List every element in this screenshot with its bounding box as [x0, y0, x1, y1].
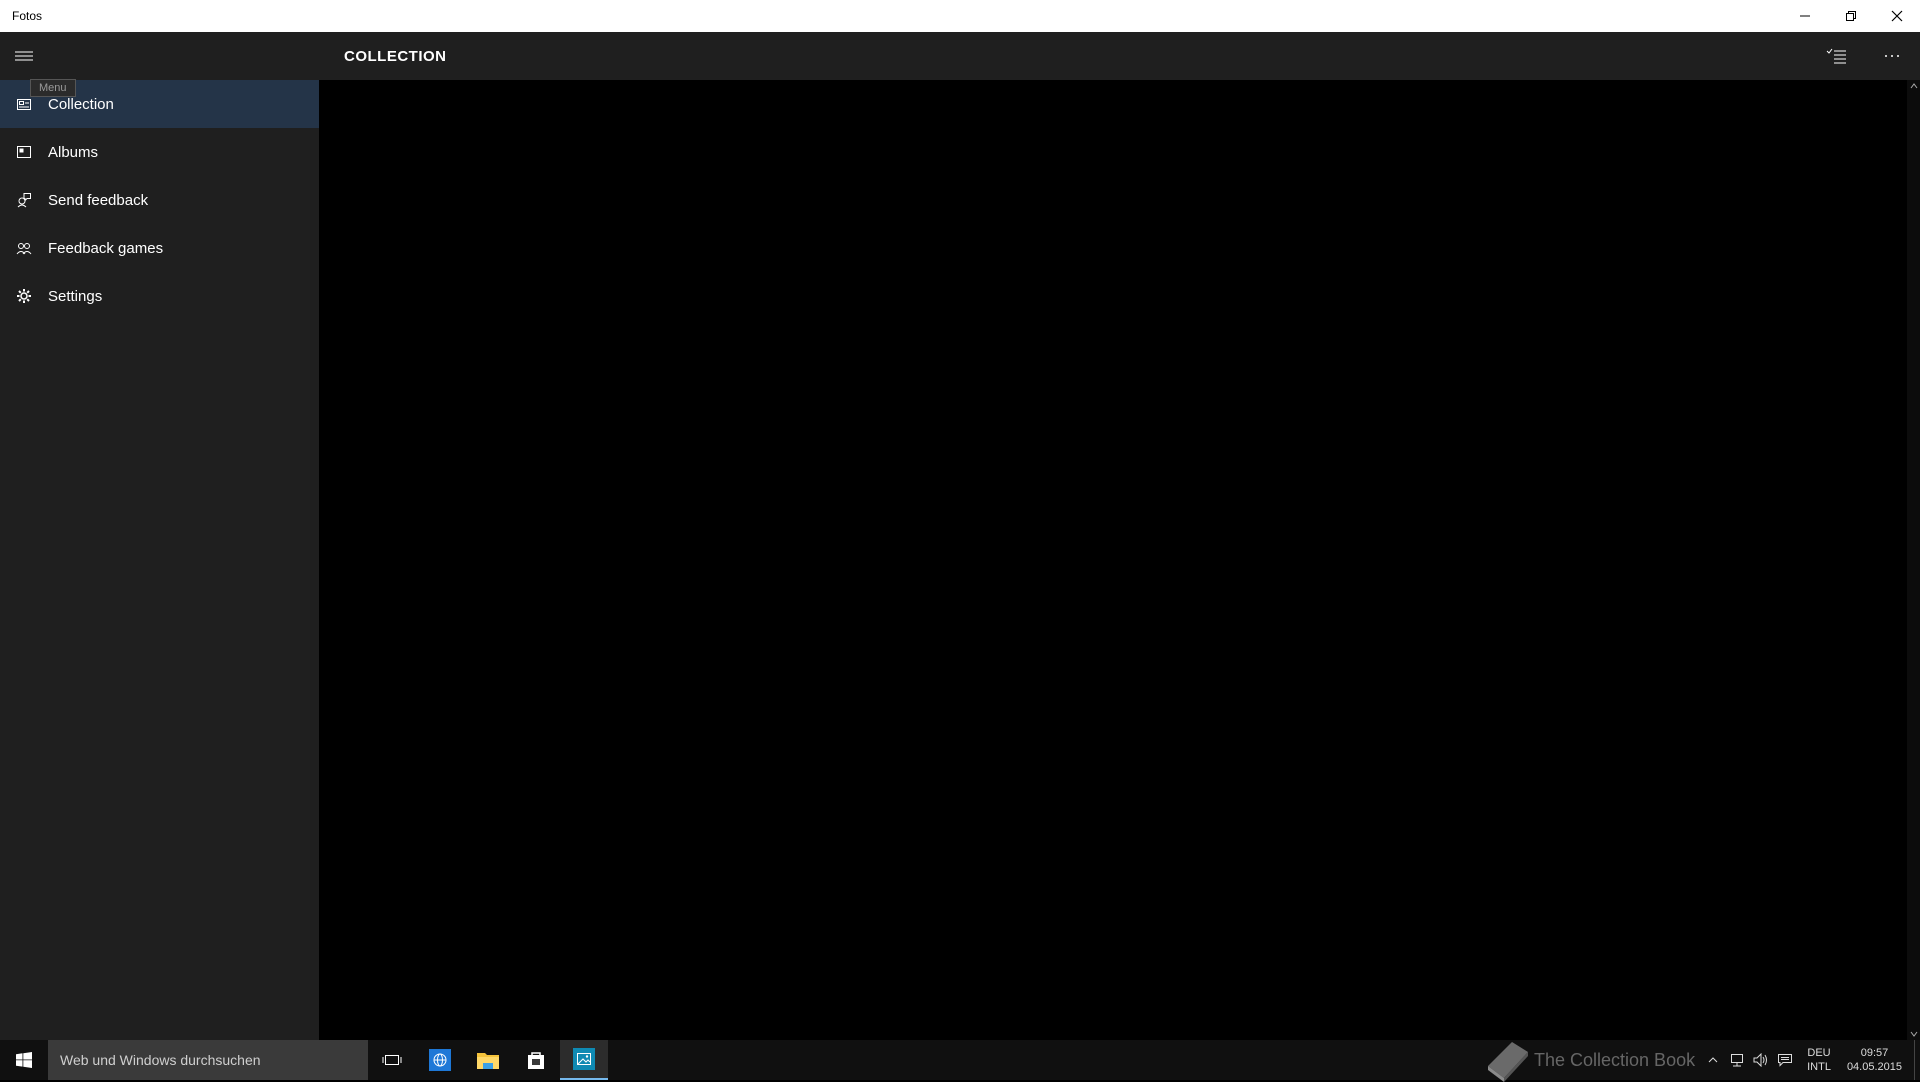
multi-select-icon	[1826, 48, 1846, 64]
browser-button[interactable]	[416, 1040, 464, 1080]
taskbar: Web und Windows durchsuchen The Collecti…	[0, 1038, 1920, 1082]
store-icon	[528, 1052, 544, 1069]
nav-item-label: Settings	[48, 287, 103, 305]
page-title: COLLECTION	[344, 47, 447, 65]
gear-icon	[0, 272, 48, 320]
menu-tooltip: Menu	[30, 79, 76, 97]
vertical-scrollbar[interactable]	[1907, 80, 1920, 1040]
chevron-up-icon	[1708, 1057, 1718, 1063]
nav-item-label: Albums	[48, 143, 99, 161]
volume-icon	[1753, 1053, 1768, 1067]
navigation-pane: Collection Albums Send feedback Feedback…	[0, 32, 319, 1040]
system-tray: The Collection Book DEU INTL 09:57 04.05…	[1482, 1038, 1920, 1082]
tray-overflow-button[interactable]	[1701, 1040, 1725, 1080]
message-icon	[1778, 1054, 1793, 1067]
book-icon	[1488, 1042, 1528, 1082]
photos-button[interactable]	[560, 1040, 608, 1080]
windows-logo-icon	[16, 1052, 32, 1068]
people-icon	[0, 224, 48, 272]
nav-item-label: Collection	[48, 95, 114, 113]
title-bar: Fotos	[0, 0, 1920, 32]
nav-list: Collection Albums Send feedback Feedback…	[0, 80, 319, 320]
select-button[interactable]	[1808, 32, 1864, 80]
show-desktop-button[interactable]	[1914, 1040, 1920, 1080]
language-code: DEU	[1807, 1047, 1831, 1059]
clock[interactable]: 09:57 04.05.2015	[1841, 1046, 1914, 1074]
task-view-button[interactable]	[368, 1040, 416, 1080]
restore-icon	[1846, 11, 1856, 21]
search-box[interactable]: Web und Windows durchsuchen	[48, 1040, 368, 1080]
feedback-icon	[0, 176, 48, 224]
watermark: The Collection Book	[1482, 1038, 1695, 1082]
page-header: COLLECTION	[319, 32, 1920, 80]
start-button[interactable]	[0, 1040, 48, 1080]
more-icon	[1885, 55, 1899, 57]
browser-icon	[429, 1049, 451, 1071]
nav-item-albums[interactable]: Albums	[0, 128, 319, 176]
close-icon	[1891, 10, 1903, 22]
task-view-icon	[382, 1055, 402, 1065]
file-explorer-icon	[477, 1053, 499, 1069]
volume-button[interactable]	[1749, 1040, 1773, 1080]
network-button[interactable]	[1725, 1040, 1749, 1080]
network-icon	[1731, 1054, 1744, 1067]
scroll-up-icon[interactable]	[1910, 82, 1918, 90]
minimize-icon	[1800, 15, 1810, 17]
collection-content[interactable]	[319, 80, 1907, 1040]
more-button[interactable]	[1864, 32, 1920, 80]
hamburger-button[interactable]	[0, 32, 48, 80]
search-placeholder: Web und Windows durchsuchen	[60, 1052, 261, 1068]
photos-icon	[573, 1048, 595, 1070]
album-icon	[0, 128, 48, 176]
input-language-button[interactable]: DEU INTL	[1797, 1046, 1841, 1074]
minimize-button[interactable]	[1782, 0, 1828, 32]
watermark-text: The Collection Book	[1534, 1049, 1696, 1070]
store-button[interactable]	[512, 1040, 560, 1080]
restore-button[interactable]	[1828, 0, 1874, 32]
clock-date: 04.05.2015	[1846, 1061, 1902, 1073]
scroll-down-icon[interactable]	[1910, 1030, 1918, 1038]
window-title: Fotos	[12, 9, 43, 23]
keyboard-layout: INTL	[1807, 1061, 1831, 1073]
file-explorer-button[interactable]	[464, 1040, 512, 1080]
hamburger-icon	[15, 51, 33, 61]
close-button[interactable]	[1874, 0, 1920, 32]
nav-item-label: Send feedback	[48, 191, 149, 209]
nav-item-label: Feedback games	[48, 239, 164, 257]
nav-item-send-feedback[interactable]: Send feedback	[0, 176, 319, 224]
notifications-button[interactable]	[1773, 1040, 1797, 1080]
nav-item-settings[interactable]: Settings	[0, 272, 319, 320]
nav-item-feedback-games[interactable]: Feedback games	[0, 224, 319, 272]
clock-time: 09:57	[1860, 1047, 1889, 1059]
